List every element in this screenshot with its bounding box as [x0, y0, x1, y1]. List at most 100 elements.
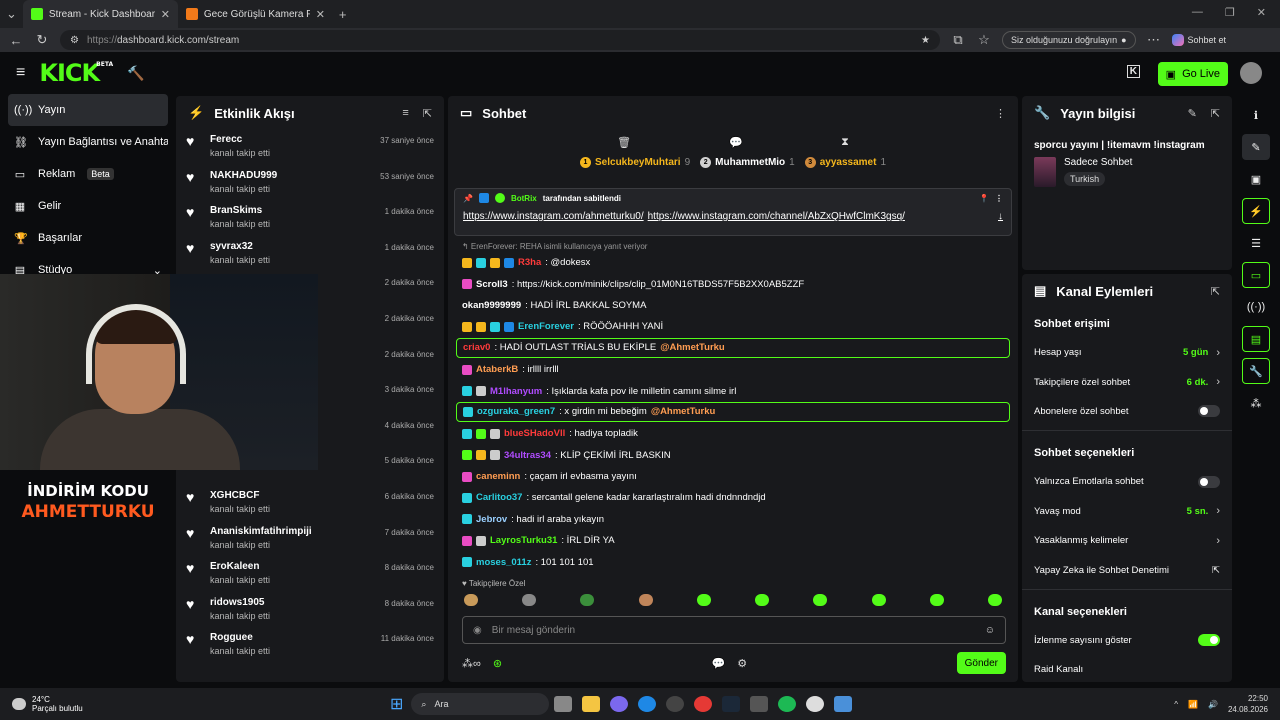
chat-settings-bubble-icon[interactable]: 💬 [712, 657, 726, 670]
discord-icon[interactable] [610, 696, 629, 712]
more-vert-icon[interactable]: ⋮ [995, 194, 1003, 203]
obs-icon[interactable] [806, 696, 825, 712]
channel-option[interactable]: Takipçilere özel sohbet 6 dk. › [1022, 367, 1232, 396]
new-tab-icon[interactable]: + [333, 7, 353, 22]
favorites-icon[interactable]: ☆ [976, 32, 992, 48]
emote-icon[interactable] [929, 594, 944, 606]
kick-badge-icon[interactable]: ▣ [1242, 166, 1270, 192]
app-icon[interactable] [666, 696, 685, 712]
hourglass-icon[interactable]: ⧗ [841, 136, 849, 149]
chat-message[interactable]: 34ultras34: KLİP ÇEKİMİ İRL BASKIN [448, 445, 1018, 466]
edit-icon[interactable]: ✎ [1188, 107, 1197, 120]
chat-username[interactable]: ErenForever [518, 321, 574, 332]
maximize-icon[interactable]: ❐ [1225, 6, 1235, 19]
taskbar-search[interactable]: ⌕ Ara [411, 693, 550, 715]
chat-mention[interactable]: @AhmetTurku [651, 406, 716, 417]
url-field[interactable]: ⚙ https://dashboard.kick.com/stream ★ [60, 30, 940, 50]
chat-message[interactable]: AtaberkB: irllll irrlll [448, 359, 1018, 380]
chat-message[interactable]: caneminn: çaçam irl evbasma yayını [448, 466, 1018, 487]
emoji-picker-icon[interactable]: ◉ [473, 625, 482, 636]
file-explorer-icon[interactable] [582, 696, 601, 712]
send-button[interactable]: Gönder [956, 652, 1006, 674]
chat-message[interactable]: Scroll3: https://kick.com/minik/clips/cl… [448, 273, 1018, 294]
chat-message[interactable]: Jebrov: hadi irl araba yıkayın [448, 509, 1018, 530]
kick-mini-icon[interactable]: K [1126, 65, 1140, 78]
chat-username[interactable]: 34ultras34 [504, 450, 551, 461]
channel-option[interactable]: Yavaş mod 5 sn. › [1022, 497, 1232, 526]
emote-icon[interactable] [522, 594, 537, 606]
close-window-icon[interactable]: ✕ [1257, 6, 1266, 19]
leader-entry[interactable]: 3 ayyassamet 1 [804, 154, 886, 170]
emote-icon[interactable] [813, 594, 828, 606]
toggle-switch[interactable] [1198, 475, 1220, 488]
sidebar-item-yayin[interactable]: ((·)) Yayın [8, 94, 168, 126]
chat-message-mention[interactable]: criav0: HADİ OUTLAST TRİALS BU EKİPLE @A… [456, 337, 1010, 358]
info-icon[interactable]: ℹ [1242, 102, 1270, 128]
popout-icon[interactable]: ⇱ [423, 107, 432, 120]
leader-entry[interactable]: 1 SelcukbeyMuhtari 9 [580, 154, 690, 170]
gear-icon[interactable]: ⚙ [737, 657, 747, 670]
edge-icon[interactable] [638, 696, 657, 712]
chat-username[interactable]: Scroll3 [476, 279, 508, 290]
copilot-button[interactable]: Sohbet et [1171, 34, 1226, 46]
chat-username[interactable]: okan9999999 [462, 300, 521, 311]
toggle-switch[interactable] [1198, 405, 1220, 418]
chat-username[interactable]: LayrosTurku31 [490, 535, 557, 546]
chat-message[interactable]: moses_011z: 101 101 101 [448, 551, 1018, 572]
channel-option[interactable]: Hesap yaşı 5 gün › [1022, 338, 1232, 367]
chat-username[interactable]: caneminn [476, 471, 520, 482]
emote-icon[interactable] [638, 594, 653, 606]
chat-username[interactable]: M1lhanyum [490, 386, 542, 397]
follower-name[interactable]: Ferecc [210, 134, 270, 145]
close-tab-icon[interactable]: ✕ [161, 8, 170, 21]
chrome-icon[interactable] [694, 696, 713, 712]
chat-message[interactable]: LayrosTurku31: İRL DİR YA [448, 530, 1018, 551]
browser-tab-kick[interactable]: Stream - Kick Dashboard ✕ [22, 0, 178, 28]
sidebar-item-stream-key[interactable]: ⛓ Yayın Bağlantısı ve Anahtarı [8, 126, 168, 158]
smile-icon[interactable]: ☺ [985, 625, 995, 636]
toggle-switch[interactable] [1198, 634, 1220, 647]
sidebar-item-gelir[interactable]: ▦ Gelir [8, 190, 168, 222]
emote-icon[interactable] [755, 594, 770, 606]
windows-start-icon[interactable]: ⊞ [390, 694, 403, 714]
follower-name[interactable]: XGHCBCF [210, 490, 270, 501]
channel-option[interactable]: Abonelere özel sohbet [1022, 397, 1232, 426]
filter-icon[interactable]: ≡ [402, 107, 408, 120]
instagram-link-1[interactable]: https://www.instagram.com/ahmetturku0/ [463, 211, 644, 222]
follower-name[interactable]: Ananiskimfatihrimpiji [210, 526, 312, 537]
chat-message[interactable]: R3ha: @dokesx [448, 252, 1018, 273]
user-avatar[interactable] [1240, 62, 1262, 84]
chat-message[interactable]: okan9999999: HADİ İRL BAKKAL SOYMA [448, 295, 1018, 316]
volume-icon[interactable]: 🔊 [1208, 700, 1218, 709]
popout-icon[interactable]: ⇱ [1211, 107, 1220, 120]
emote-icon[interactable] [580, 594, 595, 606]
chat-input[interactable]: ◉ Bir mesaj gönderin ☺ [462, 616, 1006, 644]
verify-identity-button[interactable]: Siz olduğunuzu doğrulayın ● [1002, 31, 1136, 49]
clock[interactable]: 22:50 24.08.2026 [1228, 693, 1268, 715]
wifi-icon[interactable]: 📶 [1188, 700, 1198, 709]
follower-name[interactable]: EroKaleen [210, 561, 270, 572]
minimize-icon[interactable]: — [1192, 6, 1203, 19]
chat-message[interactable]: Carlitoo37: sercantall gelene kadar kara… [448, 487, 1018, 508]
chat-username[interactable]: blueSHadoVll [504, 428, 565, 439]
back-icon[interactable]: ← [8, 33, 24, 48]
chat-message[interactable]: blueSHadoVll: hadiya topladik [448, 423, 1018, 444]
emote-icon[interactable] [871, 594, 886, 606]
sidebar-item-reklam[interactable]: ▭ Reklam Beta [8, 158, 168, 190]
apps-icon[interactable]: ⁂ [1242, 390, 1270, 416]
emote-icon[interactable] [696, 594, 711, 606]
follower-name[interactable]: Rogguee [210, 632, 270, 643]
lightning-rail-icon[interactable]: ⚡ [1242, 198, 1270, 224]
chat-username[interactable]: moses_011z [476, 557, 531, 568]
kick-logo[interactable]: KICK BETA [39, 59, 113, 87]
close-tab-icon[interactable]: ✕ [316, 8, 325, 21]
follower-name[interactable]: BranSkims [210, 205, 270, 216]
steam-icon[interactable] [722, 696, 741, 712]
chat-message[interactable]: ErenForever: RÖÖÖAHHH YANİ [448, 316, 1018, 337]
popout-icon[interactable]: ⇱ [1211, 285, 1220, 298]
wrench-rail-icon[interactable]: 🔧 [1242, 358, 1270, 384]
follower-name[interactable]: ridows1905 [210, 597, 270, 608]
spotify-icon[interactable] [778, 696, 797, 712]
app-icon[interactable] [750, 696, 769, 712]
instagram-link-2[interactable]: https://www.instagram.com/channel/AbZxQH… [648, 211, 905, 222]
